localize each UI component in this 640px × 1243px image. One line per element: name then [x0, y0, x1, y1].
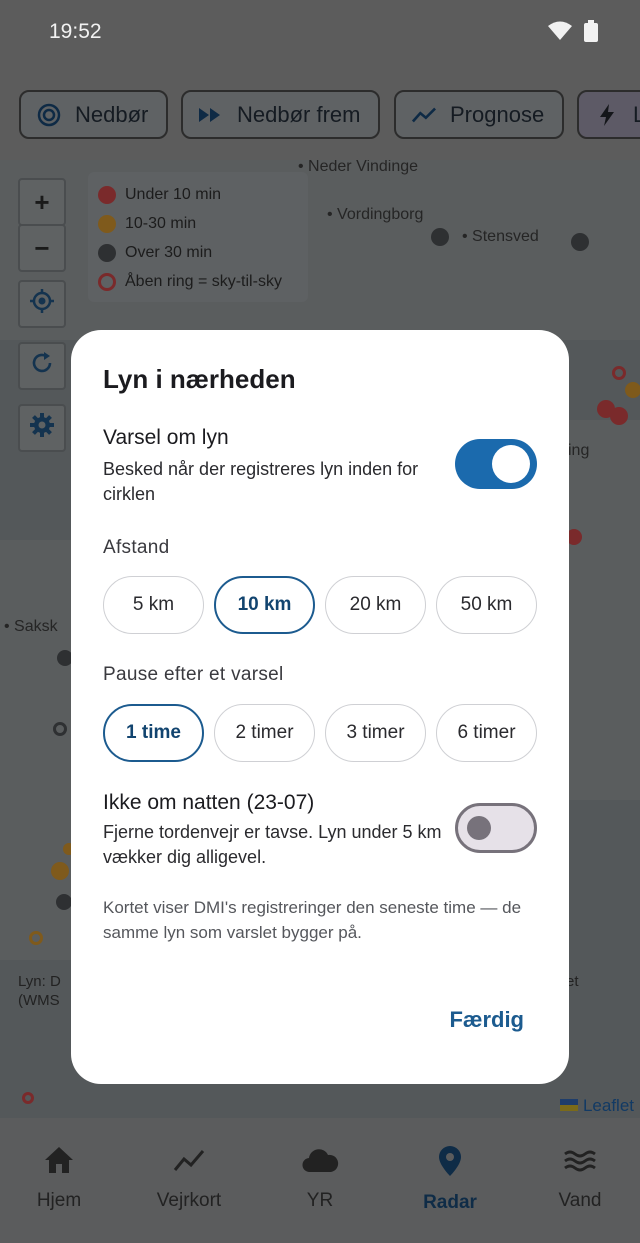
pause-option-2-timer[interactable]: 2 timer [214, 704, 315, 762]
distance-option-20km[interactable]: 20 km [325, 576, 426, 634]
alert-description: Besked når der registreres lyn inden for… [103, 459, 419, 504]
alert-title: Varsel om lyn [103, 426, 229, 449]
pause-option-3-timer[interactable]: 3 timer [325, 704, 426, 762]
toggle-knob [492, 445, 530, 483]
distance-option-10km[interactable]: 10 km [214, 576, 315, 634]
distance-selector: 5 km 10 km 20 km 50 km [103, 576, 537, 634]
pause-option-1-time[interactable]: 1 time [103, 704, 204, 762]
done-button[interactable]: Færdig [449, 1007, 524, 1033]
lightning-settings-dialog: Lyn i nærheden Varsel om lyn Besked når … [71, 330, 569, 1084]
night-toggle[interactable] [455, 803, 537, 853]
night-description: Fjerne tordenvejr er tavse. Lyn under 5 … [103, 822, 442, 867]
dialog-footnote: Kortet viser DMI's registreringer den se… [103, 898, 522, 942]
pause-selector: 1 time 2 timer 3 timer 6 timer [103, 704, 537, 762]
alert-toggle[interactable] [455, 439, 537, 489]
distance-label: Afstand [103, 537, 170, 558]
pause-option-6-timer[interactable]: 6 timer [436, 704, 537, 762]
distance-option-5km[interactable]: 5 km [103, 576, 204, 634]
toggle-knob [467, 816, 491, 840]
dialog-title: Lyn i nærheden [103, 364, 296, 394]
night-title: Ikke om natten (23-07) [103, 791, 315, 814]
pause-label: Pause efter et varsel [103, 664, 284, 685]
distance-option-50km[interactable]: 50 km [436, 576, 537, 634]
